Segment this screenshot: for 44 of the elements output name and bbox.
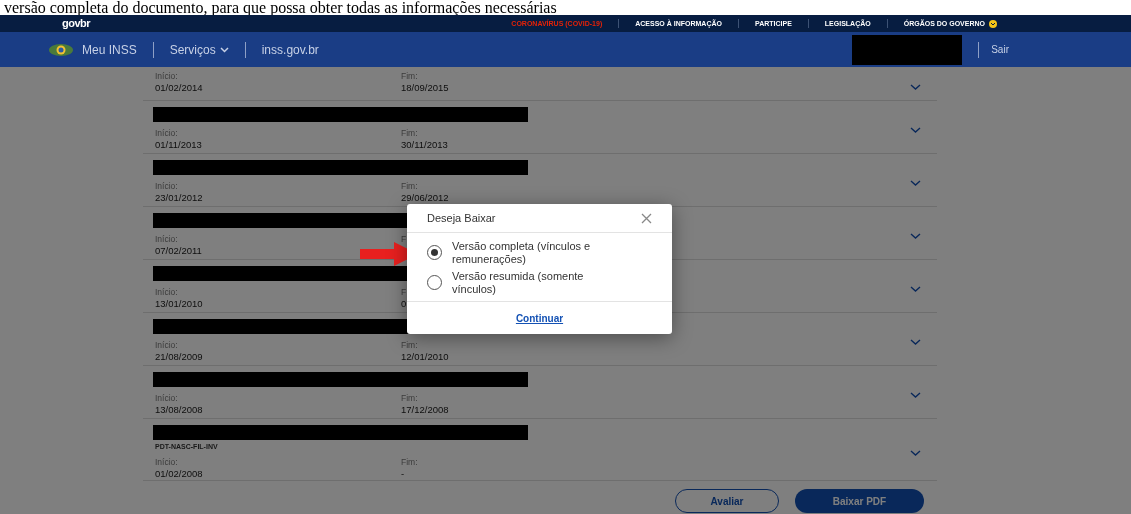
option-label: Versão completa (vínculos e remunerações) [452, 240, 592, 266]
end-date: 12/01/2010 [401, 351, 449, 363]
start-date: 01/02/2008 [155, 467, 204, 480]
end-date: 17/12/2008 [401, 404, 449, 416]
site-link[interactable]: inss.gov.br [261, 40, 319, 59]
end-label: Fim: [401, 71, 419, 82]
end-label: Fim: [401, 181, 419, 192]
end-date: - [401, 467, 406, 480]
chevron-down-icon[interactable] [910, 127, 921, 133]
end-date: 29/06/2012 [401, 192, 449, 204]
start-date: 23/01/2012 [155, 192, 204, 204]
logo[interactable]: govbr [62, 15, 91, 32]
chevron-down-icon[interactable] [910, 83, 921, 90]
chevron-down-icon[interactable] [910, 339, 921, 345]
start-date: 13/01/2010 [155, 298, 204, 310]
end-label: Fim: [401, 128, 419, 139]
chevron-down-icon [989, 19, 997, 28]
start-date: 01/02/2014 [155, 82, 204, 94]
start-date: 07/02/2011 [155, 245, 203, 257]
start-date: 13/08/2008 [155, 404, 204, 416]
start-date: 21/08/2009 [155, 351, 204, 363]
close-icon[interactable] [641, 213, 652, 224]
chevron-down-icon[interactable] [910, 286, 921, 292]
option-label: Versão resumida (somente vínculos) [452, 270, 585, 296]
rate-button[interactable]: Avaliar [675, 489, 779, 513]
chevron-down-icon[interactable] [910, 392, 921, 398]
chevron-down-icon[interactable] [910, 233, 921, 239]
end-label: Fim: [401, 340, 419, 351]
download-pdf-button[interactable]: Baixar PDF [795, 489, 924, 513]
end-label: Fim: [401, 393, 419, 404]
end-label: Fim: [401, 456, 418, 468]
globe-icon [48, 42, 74, 57]
continue-link[interactable]: Continuar [515, 313, 564, 324]
caret-icon [219, 46, 229, 53]
end-date: 0 [401, 298, 407, 310]
start-date: 01/11/2013 [155, 139, 203, 151]
logout-link[interactable]: Sair [991, 42, 1009, 57]
end-date: 18/09/2015 [401, 82, 449, 94]
dialog-title: Deseja Baixar [427, 212, 496, 225]
chevron-down-icon[interactable] [910, 180, 921, 186]
end-date: 30/11/2013 [401, 139, 448, 151]
app-title[interactable]: Meu INSS [82, 40, 137, 59]
chevron-down-icon[interactable] [910, 449, 921, 456]
services-menu[interactable]: Serviços [169, 40, 229, 59]
